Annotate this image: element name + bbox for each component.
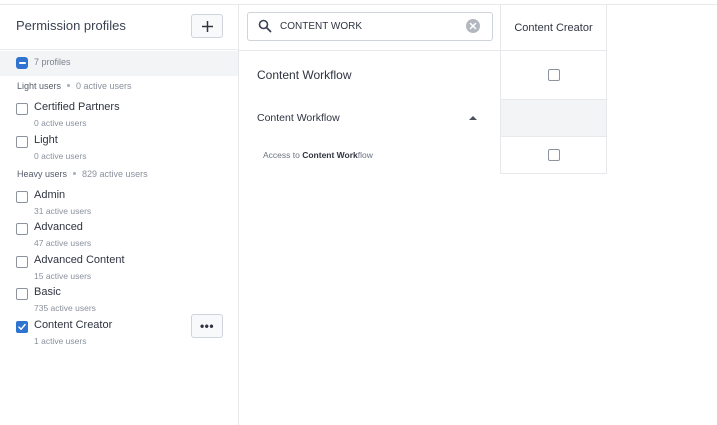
separator-dot bbox=[67, 84, 71, 88]
profile-checkbox[interactable] bbox=[16, 136, 28, 148]
profile-checkbox[interactable] bbox=[16, 321, 28, 333]
collapse-caret-icon[interactable] bbox=[469, 116, 477, 120]
profile-name: Certified Partners bbox=[34, 101, 120, 113]
profile-name: Advanced bbox=[34, 221, 83, 233]
search-input[interactable] bbox=[280, 17, 460, 35]
close-icon bbox=[469, 22, 477, 30]
column-header: Content Creator bbox=[501, 5, 606, 51]
group-header-light: Light users 0 active users bbox=[17, 81, 132, 91]
group-header-heavy: Heavy users 829 active users bbox=[17, 169, 148, 179]
permission-cell bbox=[501, 137, 606, 173]
checkmark-icon bbox=[18, 323, 26, 330]
profile-name: Admin bbox=[34, 189, 66, 201]
more-options-button[interactable]: ••• bbox=[191, 314, 223, 338]
header-divider bbox=[239, 50, 501, 51]
group-name: Light users bbox=[17, 81, 62, 91]
select-all-checkbox[interactable] bbox=[16, 57, 28, 69]
profile-item-certified-partners: Certified Partners 0 active users bbox=[0, 101, 238, 133]
sidebar: Permission profiles 7 profiles Light use… bbox=[0, 5, 239, 425]
profile-checkbox[interactable] bbox=[16, 103, 28, 115]
subsection-title[interactable]: Content Workflow bbox=[257, 112, 340, 124]
profile-name: Advanced Content bbox=[34, 254, 125, 266]
permission-label: Access to Content Workflow bbox=[263, 150, 373, 160]
profile-name: Content Creator bbox=[34, 319, 113, 331]
profile-active-users: 0 active users bbox=[34, 118, 87, 128]
permission-prefix: Access to bbox=[263, 150, 303, 160]
profile-name: Light bbox=[34, 134, 58, 146]
profile-active-users: 47 active users bbox=[34, 238, 92, 248]
sidebar-title: Permission profiles bbox=[16, 18, 126, 33]
permission-checkbox[interactable] bbox=[548, 149, 560, 161]
section-checkbox[interactable] bbox=[548, 69, 560, 81]
permission-suffix: flow bbox=[357, 150, 373, 160]
profiles-count: 7 profiles bbox=[34, 57, 71, 67]
profile-active-users: 0 active users bbox=[34, 151, 87, 161]
sidebar-header: Permission profiles bbox=[0, 5, 238, 50]
group-count: 829 active users bbox=[82, 169, 148, 179]
profile-checkbox[interactable] bbox=[16, 256, 28, 268]
separator-dot bbox=[73, 172, 77, 176]
profile-active-users: 31 active users bbox=[34, 206, 92, 216]
profile-checkbox[interactable] bbox=[16, 191, 28, 203]
subsection-cell bbox=[501, 100, 606, 137]
profile-item-advanced: Advanced 47 active users bbox=[0, 221, 238, 253]
permission-match: Content Work bbox=[302, 150, 358, 160]
profile-active-users: 1 active users bbox=[34, 336, 87, 346]
search-box bbox=[247, 12, 493, 41]
profile-checkbox[interactable] bbox=[16, 288, 28, 300]
profile-item-advanced-content: Advanced Content 15 active users bbox=[0, 254, 238, 286]
profile-item-light: Light 0 active users bbox=[0, 134, 238, 166]
summary-row: 7 profiles bbox=[0, 51, 238, 76]
group-count: 0 active users bbox=[76, 81, 132, 91]
profile-item-content-creator: Content Creator 1 active users ••• bbox=[0, 314, 238, 351]
profile-column: Content Creator bbox=[500, 5, 607, 174]
clear-search-icon[interactable] bbox=[466, 19, 480, 33]
profile-name: Basic bbox=[34, 286, 61, 298]
add-profile-button[interactable] bbox=[191, 14, 223, 38]
plus-icon bbox=[201, 20, 213, 32]
profile-checkbox[interactable] bbox=[16, 223, 28, 235]
profile-item-admin: Admin 31 active users bbox=[0, 189, 238, 221]
profile-active-users: 15 active users bbox=[34, 271, 92, 281]
search-icon bbox=[258, 19, 272, 33]
section-title: Content Workflow bbox=[257, 68, 352, 82]
profile-active-users: 735 active users bbox=[34, 303, 96, 313]
group-name: Heavy users bbox=[17, 169, 68, 179]
section-cell bbox=[501, 51, 606, 100]
